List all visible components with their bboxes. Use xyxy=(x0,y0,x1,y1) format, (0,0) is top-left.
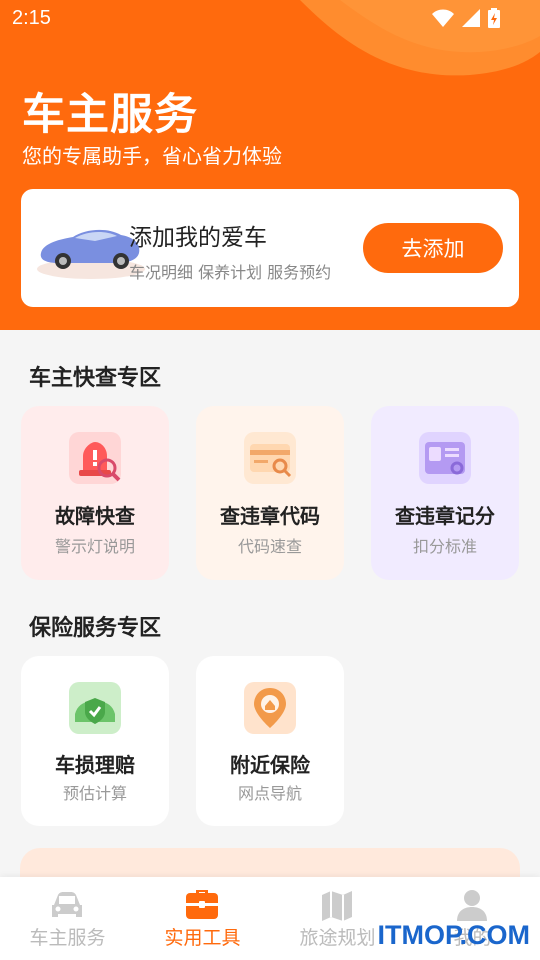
status-bar: 2:15 xyxy=(0,0,540,38)
tile-damage-claim[interactable]: 车损理赔 预估计算 xyxy=(21,656,169,826)
warning-light-icon xyxy=(69,432,121,484)
add-car-button[interactable]: 去添加 xyxy=(363,223,503,273)
status-time: 2:15 xyxy=(12,7,51,29)
tile-sub: 代码速查 xyxy=(237,537,302,556)
quick-section-title: 车主快查专区 xyxy=(29,366,162,391)
tab-label: 实用工具 xyxy=(164,927,241,949)
insurance-section-title: 保险服务专区 xyxy=(29,616,162,641)
code-card-icon xyxy=(244,432,296,484)
tile-sub: 扣分标准 xyxy=(412,537,477,556)
tile-sub: 网点导航 xyxy=(237,784,302,803)
add-car-title: 添加我的爱车 xyxy=(129,225,267,251)
tile-sub: 警示灯说明 xyxy=(54,537,135,556)
car-icon xyxy=(52,892,82,917)
tile-name: 查违章记分 xyxy=(395,504,495,528)
wifi-icon xyxy=(432,9,454,27)
header: 2:15 车主服务 您的专属助手，省心省力体验 添加我的爱车 车况明细 保养计划… xyxy=(0,0,540,330)
user-icon xyxy=(457,890,487,921)
tile-violation-code[interactable]: 查违章代码 代码速查 xyxy=(196,406,344,580)
toolbox-icon xyxy=(186,890,218,919)
battery-icon xyxy=(488,8,500,28)
add-car-card[interactable]: 添加我的爱车 车况明细 保养计划 服务预约 去添加 xyxy=(21,189,519,307)
add-car-subtitle: 车况明细 保养计划 服务预约 xyxy=(129,263,332,282)
tab-tools[interactable]: 实用工具 xyxy=(135,877,270,960)
tab-label: 车主服务 xyxy=(29,927,106,949)
license-card-icon xyxy=(419,432,471,484)
tile-name: 附近保险 xyxy=(230,753,310,777)
location-pin-icon xyxy=(244,682,296,734)
status-icons xyxy=(432,8,500,28)
page-subtitle: 您的专属助手，省心省力体验 xyxy=(22,144,282,168)
tab-car-service[interactable]: 车主服务 xyxy=(0,877,135,960)
tile-nearby-insurance[interactable]: 附近保险 网点导航 xyxy=(196,656,344,826)
tile-sub: 预估计算 xyxy=(62,784,127,803)
tile-name: 车损理赔 xyxy=(55,753,135,777)
page-title: 车主服务 xyxy=(22,90,198,140)
signal-icon xyxy=(462,9,480,27)
tile-violation-points[interactable]: 查违章记分 扣分标准 xyxy=(371,406,519,580)
tile-name: 故障快查 xyxy=(55,504,135,528)
map-icon xyxy=(322,891,352,921)
tile-name: 查违章代码 xyxy=(220,504,320,528)
tile-fault-check[interactable]: 故障快查 警示灯说明 xyxy=(21,406,169,580)
watermark: ITMOP.COM xyxy=(377,920,530,950)
car-shield-icon xyxy=(69,682,121,734)
